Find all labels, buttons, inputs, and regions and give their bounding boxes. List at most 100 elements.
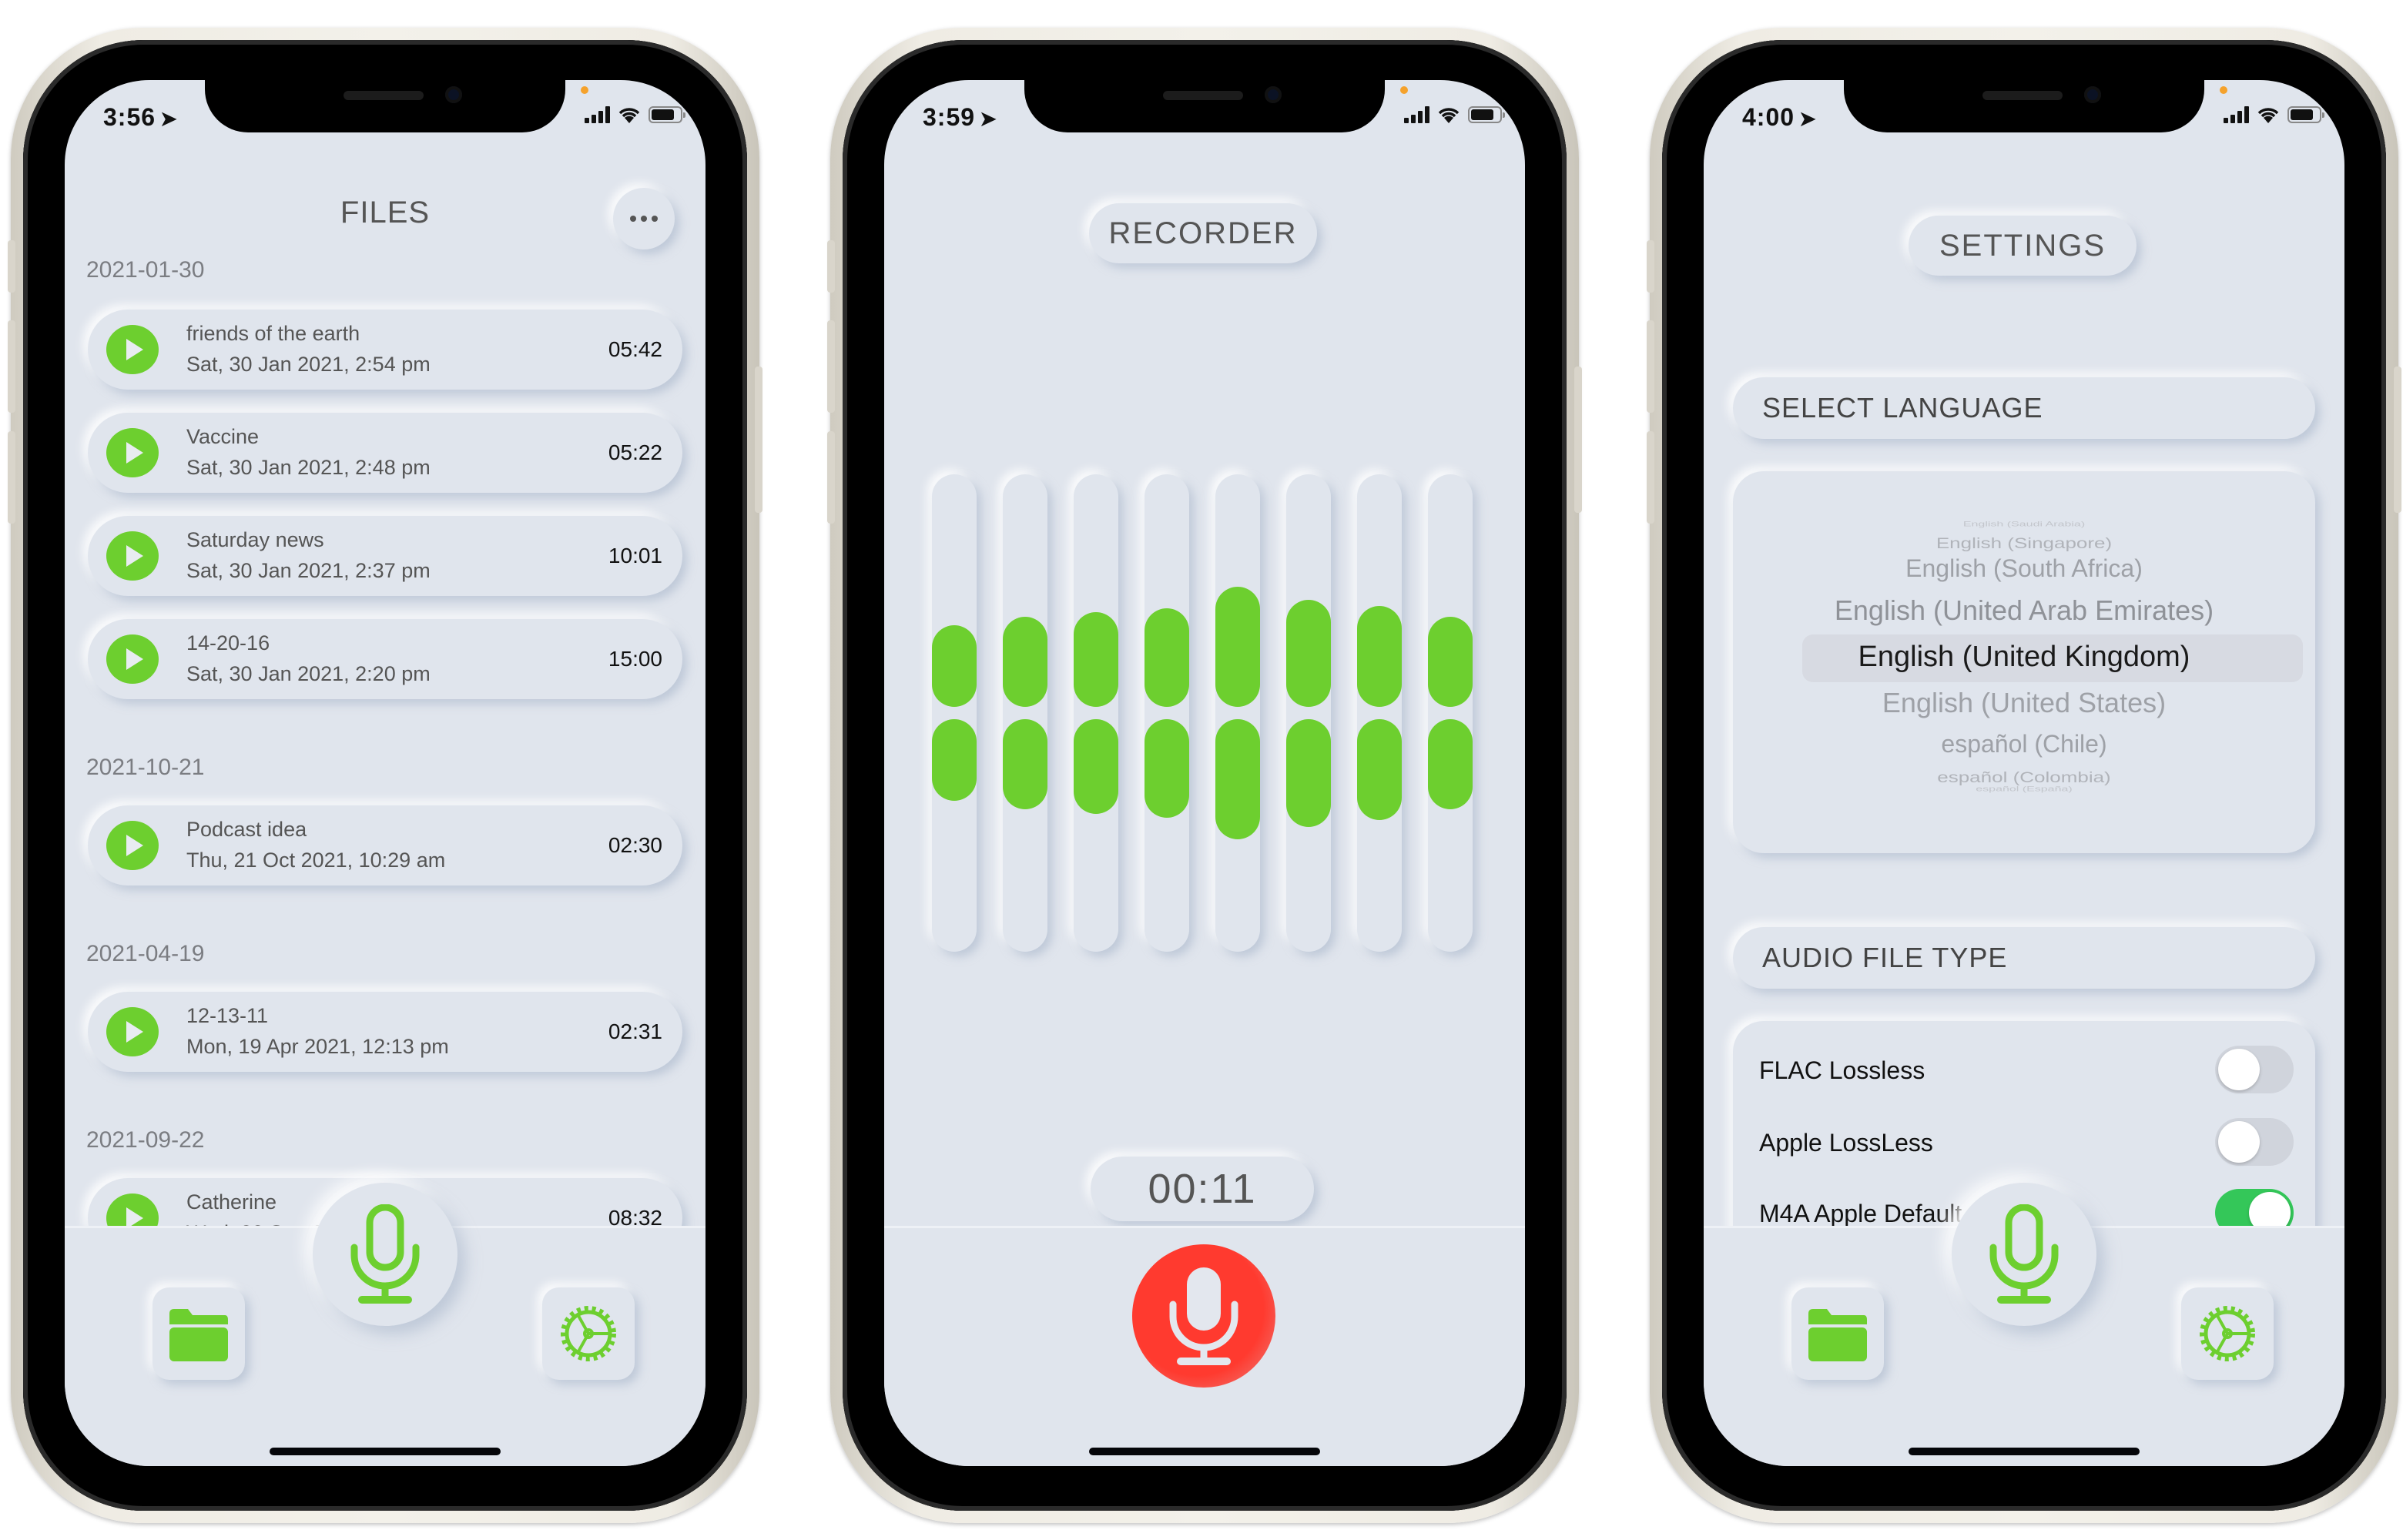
picker-option[interactable]: English (United States) <box>1733 687 2315 719</box>
language-picker[interactable]: English (Saudi Arabia) English (Singapor… <box>1733 471 2315 853</box>
notch <box>205 80 565 132</box>
side-button <box>1574 367 1582 513</box>
level-bar-upper <box>1003 616 1047 707</box>
status-time: 3:56 ➤ <box>103 103 178 131</box>
microphone-icon <box>1169 1267 1238 1365</box>
mute-switch <box>1647 240 1654 293</box>
tab-record[interactable] <box>313 1183 457 1326</box>
level-bar-lower <box>1286 719 1331 827</box>
earpiece-speaker <box>344 91 424 100</box>
recording-name: Podcast idea <box>186 818 307 841</box>
tab-record[interactable] <box>1952 1183 2096 1326</box>
audio-option-toggle[interactable] <box>2215 1046 2294 1093</box>
microphone-icon <box>1989 1204 2059 1304</box>
picker-option[interactable]: English (United Arab Emirates) <box>1733 594 2315 627</box>
side-button <box>2394 367 2401 513</box>
audio-section-header: AUDIO FILE TYPE <box>1733 927 2315 989</box>
recording-row[interactable]: friends of the earth Sat, 30 Jan 2021, 2… <box>88 310 682 390</box>
earpiece-speaker <box>1163 91 1243 100</box>
play-icon[interactable] <box>106 821 159 870</box>
recording-date: Mon, 19 Apr 2021, 12:13 pm <box>186 1035 449 1058</box>
recording-duration: 02:31 <box>608 1019 662 1043</box>
recording-name: 12-13-11 <box>186 1004 269 1027</box>
picker-option[interactable]: English (Saudi Arabia) <box>1733 521 2315 529</box>
picker-option[interactable]: español (Chile) <box>1733 730 2315 758</box>
page-title: RECORDER <box>1089 203 1317 263</box>
cellular-signal-icon <box>1404 106 1429 123</box>
group-date: 2021-10-21 <box>86 755 205 780</box>
microphone-icon <box>350 1204 420 1304</box>
level-bar-upper <box>1145 608 1189 707</box>
location-arrow-icon: ➤ <box>980 107 997 130</box>
battery-icon <box>2287 106 2324 123</box>
recording-duration: 05:22 <box>608 440 662 464</box>
more-options-button[interactable] <box>613 188 675 249</box>
wifi-icon <box>2257 106 2280 123</box>
tab-settings[interactable] <box>542 1287 635 1380</box>
play-icon[interactable] <box>106 1007 159 1056</box>
front-camera <box>2084 86 2101 103</box>
play-icon[interactable] <box>106 531 159 581</box>
volume-down-button <box>8 431 15 524</box>
ellipsis-icon <box>630 216 636 222</box>
battery-icon <box>1468 106 1505 123</box>
level-bar-lower <box>1428 719 1473 810</box>
recording-row[interactable]: Saturday news Sat, 30 Jan 2021, 2:37 pm … <box>88 516 682 596</box>
level-bar-upper <box>1357 605 1402 707</box>
status-icons <box>2224 106 2324 123</box>
picker-option[interactable]: español (Colombia) <box>1733 768 2315 786</box>
home-indicator[interactable] <box>1089 1448 1320 1455</box>
status-time: 3:59 ➤ <box>923 103 997 131</box>
picker-option-selected[interactable]: English (United Kingdom) <box>1733 641 2315 674</box>
mic-in-use-indicator <box>1400 86 1408 94</box>
level-bar-upper <box>1074 612 1118 707</box>
recording-timer: 00:11 <box>1091 1157 1314 1221</box>
tab-settings[interactable] <box>2181 1287 2274 1380</box>
group-date: 2021-09-22 <box>86 1127 205 1153</box>
level-bar-lower <box>1074 719 1118 814</box>
level-bar-lower <box>1003 719 1047 810</box>
wifi-icon <box>1437 106 1460 123</box>
level-bar-lower <box>1145 719 1189 819</box>
audio-option-row: FLAC Lossless <box>1759 1046 2294 1095</box>
picker-option[interactable]: English (South Africa) <box>1733 554 2315 583</box>
recorder-screen: 3:59 ➤ RECORDER 00:11 <box>884 80 1525 1466</box>
play-icon[interactable] <box>106 634 159 684</box>
play-icon[interactable] <box>106 428 159 477</box>
home-indicator[interactable] <box>1909 1448 2140 1455</box>
cellular-signal-icon <box>585 106 610 123</box>
level-track <box>1215 474 1260 952</box>
recording-row[interactable]: 12-13-11 Mon, 19 Apr 2021, 12:13 pm 02:3… <box>88 992 682 1072</box>
front-camera <box>445 86 462 103</box>
group-date: 2021-01-30 <box>86 257 205 283</box>
volume-up-button <box>8 320 15 413</box>
files-screen: 3:56 ➤ FILES 2021-01-30 friends of the ea… <box>65 80 705 1466</box>
picker-option[interactable]: español (España) <box>1733 785 2315 794</box>
tab-files[interactable] <box>152 1287 245 1380</box>
location-arrow-icon: ➤ <box>160 107 178 130</box>
side-button <box>755 367 762 513</box>
stop-recording-button[interactable] <box>1132 1244 1275 1388</box>
gear-icon <box>561 1306 616 1361</box>
mute-switch <box>8 240 15 293</box>
play-icon[interactable] <box>106 325 159 374</box>
recording-date: Thu, 21 Oct 2021, 10:29 am <box>186 849 446 872</box>
audio-option-toggle[interactable] <box>2215 1118 2294 1166</box>
recording-name: Saturday news <box>186 528 324 551</box>
phone-frame-recorder: 3:59 ➤ RECORDER 00:11 <box>827 28 1582 1523</box>
recording-duration: 02:30 <box>608 833 662 857</box>
recording-duration: 05:42 <box>608 337 662 361</box>
mic-in-use-indicator <box>2220 86 2227 94</box>
picker-option[interactable]: English (Singapore) <box>1733 534 2315 552</box>
level-bar-lower <box>1357 719 1402 821</box>
tab-files[interactable] <box>1791 1287 1884 1380</box>
level-track <box>1074 474 1118 952</box>
recording-row[interactable]: 14-20-16 Sat, 30 Jan 2021, 2:20 pm 15:00 <box>88 619 682 699</box>
gear-icon <box>2200 1306 2255 1361</box>
recording-date: Sat, 30 Jan 2021, 2:37 pm <box>186 559 431 582</box>
home-indicator[interactable] <box>270 1448 501 1455</box>
recording-row[interactable]: Vaccine Sat, 30 Jan 2021, 2:48 pm 05:22 <box>88 413 682 493</box>
language-section-header: SELECT LANGUAGE <box>1733 377 2315 439</box>
status-time: 4:00 ➤ <box>1742 103 1817 131</box>
recording-row[interactable]: Podcast idea Thu, 21 Oct 2021, 10:29 am … <box>88 805 682 886</box>
